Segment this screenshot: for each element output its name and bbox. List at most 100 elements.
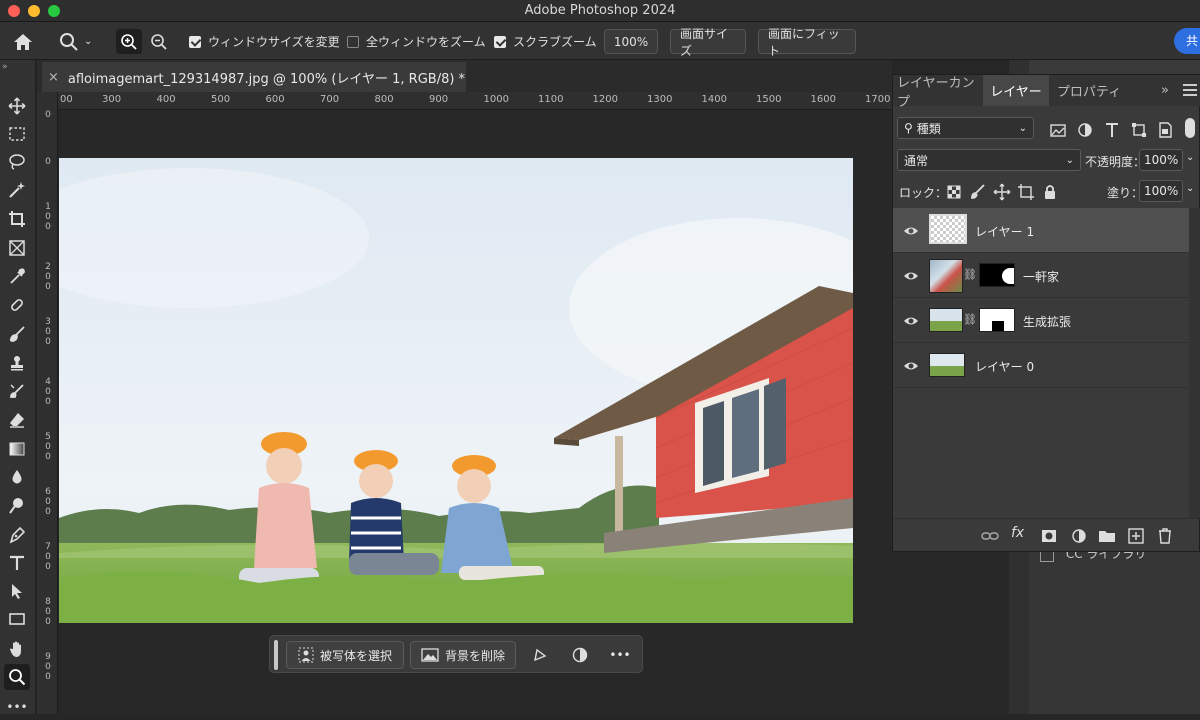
layer-name[interactable]: 一軒家 [1023,268,1059,285]
panel-menu-icon[interactable] [1183,84,1197,96]
transform-icon[interactable] [526,641,554,669]
zoom-tool-active-icon[interactable] [4,664,30,690]
healing-brush-tool-icon[interactable] [4,292,30,318]
fit-screen-button[interactable]: 画面サイズ [670,27,746,58]
add-mask-icon[interactable] [1040,527,1058,548]
layer-row[interactable]: ⛓ 生成拡張 [893,298,1189,343]
ruler-tick-label: 1300 [647,94,673,105]
filter-adjustment-icon[interactable] [1076,121,1094,142]
layer-effects-icon[interactable]: fx [1011,525,1024,541]
remove-background-button[interactable]: 背景を削除 [410,641,516,669]
magic-wand-tool-icon[interactable] [4,177,30,203]
eye-icon[interactable] [903,358,919,374]
ruler-tick-label: 900 [429,94,449,105]
more-options-icon[interactable]: ••• [606,641,634,669]
zoom-value-field[interactable]: 100% [604,29,658,54]
ruler-tick-label: 2 0 0 [45,262,51,292]
eye-icon[interactable] [903,313,919,329]
zoom-all-label: 全ウィンドウをズーム [366,35,486,49]
pen-tool-icon[interactable] [4,522,30,548]
more-tools-icon[interactable]: ••• [4,694,30,720]
fill-screen-button[interactable]: 画面にフィット [758,27,856,58]
subject-icon [298,647,314,663]
eye-icon[interactable] [903,223,919,239]
document-image[interactable] [59,158,853,623]
select-subject-button[interactable]: 被写体を選択 [286,641,404,669]
blur-tool-icon[interactable] [4,464,30,490]
layer-row[interactable]: レイヤー 0 [893,343,1189,388]
lock-artboard-icon[interactable] [1017,183,1035,204]
layer-filter-select[interactable]: ⚲ 種類 ⌄ [897,117,1034,139]
ruler-tick-label: 1600 [810,94,836,105]
delete-layer-icon[interactable] [1156,527,1174,548]
new-group-icon[interactable] [1098,527,1116,548]
zoom-out-icon [151,33,167,50]
eye-icon[interactable] [903,268,919,284]
lasso-tool-icon[interactable] [4,149,30,175]
opacity-field[interactable]: 100% [1139,149,1183,171]
link-layers-icon[interactable] [981,527,999,548]
filter-smart-object-icon[interactable] [1156,121,1174,142]
tab-layer-comps[interactable]: レイヤーカンプ [897,75,983,110]
gradient-tool-icon[interactable] [4,436,30,462]
hand-tool-icon[interactable] [4,636,30,662]
filter-pixel-icon[interactable] [1049,121,1067,142]
tab-properties[interactable]: プロパティ [1049,75,1129,106]
chevron-down-icon[interactable]: ⌄ [1186,183,1194,194]
resize-windows-checkbox[interactable]: ウィンドウサイズを変更 [189,29,340,54]
lock-transparent-pixels-icon[interactable] [945,183,963,204]
fill-field[interactable]: 100% [1139,180,1183,202]
link-icon[interactable]: ⛓ [963,313,977,326]
resize-windows-label: ウィンドウサイズを変更 [208,35,340,49]
rectangle-tool-icon[interactable] [4,606,30,632]
expand-toolbar-icon[interactable]: » [2,62,8,72]
layers-panel: レイヤーカンプ レイヤー プロパティ » ⚲ 種類 ⌄ 通常 ⌄ 不透明度： 1… [892,74,1200,552]
photo-canvas [59,158,853,623]
chevron-down-icon[interactable]: ⌄ [1186,152,1194,163]
filter-type-icon[interactable] [1103,121,1121,142]
filter-toggle[interactable] [1185,118,1195,138]
lock-image-pixels-icon[interactable] [969,183,987,204]
brush-tool-icon[interactable] [4,321,30,347]
drag-handle[interactable] [274,640,278,670]
chevron-down-icon[interactable]: ⌄ [84,36,92,47]
document-tab[interactable]: × afloimagemart_129314987.jpg @ 100% (レイ… [42,62,466,92]
zoom-tool-icon[interactable]: ⌄ [58,29,92,54]
layer-name[interactable]: レイヤー 0 [975,358,1034,375]
layer-row[interactable]: レイヤー 1 [893,208,1189,253]
eyedropper-tool-icon[interactable] [4,264,30,290]
layers-scrollbar[interactable] [1189,208,1200,518]
zoom-all-windows-checkbox[interactable]: 全ウィンドウをズーム [347,29,486,54]
filter-shape-icon[interactable] [1130,121,1148,142]
path-selection-tool-icon[interactable] [4,578,30,604]
crop-tool-icon[interactable] [4,206,30,232]
blend-mode-select[interactable]: 通常 ⌄ [897,149,1081,171]
marquee-tool-icon[interactable] [4,121,30,147]
layer-name[interactable]: レイヤー 1 [975,223,1034,240]
history-brush-tool-icon[interactable] [4,378,30,404]
tab-layers[interactable]: レイヤー [983,75,1049,106]
zoom-in-button[interactable] [116,29,142,54]
new-adjustment-layer-icon[interactable] [1070,527,1088,548]
eraser-tool-icon[interactable] [4,407,30,433]
scrubby-zoom-checkbox[interactable]: スクラブズーム [494,29,597,54]
close-tab-icon[interactable]: × [48,70,59,85]
home-icon[interactable] [12,29,34,54]
link-icon[interactable]: ⛓ [963,268,977,281]
collapse-panel-icon[interactable]: » [1155,75,1175,106]
layer-name[interactable]: 生成拡張 [1023,313,1071,330]
new-layer-icon[interactable] [1127,527,1145,548]
share-button[interactable]: 共 [1174,28,1200,54]
layers-footer: fx [893,518,1200,552]
lock-position-icon[interactable] [993,183,1011,204]
lock-all-icon[interactable] [1041,183,1059,204]
move-tool-icon[interactable] [4,93,30,119]
adjustment-icon[interactable] [566,641,594,669]
frame-tool-icon[interactable] [4,235,30,261]
zoom-out-button[interactable] [150,29,168,54]
ruler-tick-label: 1 0 0 [45,202,51,232]
type-tool-icon[interactable] [4,550,30,576]
layer-row[interactable]: ⛓ 一軒家 [893,253,1189,298]
clone-stamp-tool-icon[interactable] [4,350,30,376]
dodge-tool-icon[interactable] [4,493,30,519]
